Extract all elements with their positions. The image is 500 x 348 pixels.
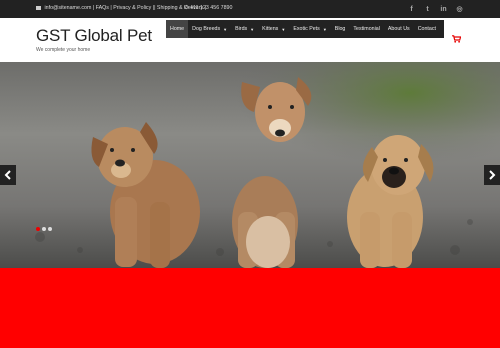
instagram-icon[interactable]: ◎ xyxy=(456,4,463,14)
site-tagline: We complete your home xyxy=(36,47,91,53)
slider-prev-button[interactable] xyxy=(0,165,16,185)
phone-number[interactable]: +11 123 456 7890 xyxy=(190,5,232,11)
nav-testimonial-label: Testimonial xyxy=(353,26,380,32)
slider-dot-2[interactable] xyxy=(42,227,46,231)
nav-about-us-label: About Us xyxy=(387,26,410,32)
hero-slider xyxy=(0,62,500,268)
caret-down-icon: ▼ xyxy=(250,26,255,32)
main-nav: Home Dog Breeds ▼ Birds ▼ Kittens ▼ Exotic … xyxy=(166,20,444,38)
phone-icon: ✆ xyxy=(184,5,189,11)
cart-icon[interactable] xyxy=(452,35,461,43)
nav-kittens[interactable]: Kittens ▼ xyxy=(258,20,289,38)
nav-home-label: Home xyxy=(170,26,185,32)
chevron-left-icon xyxy=(4,170,11,180)
caret-down-icon: ▼ xyxy=(281,26,286,32)
nav-blog[interactable]: Blog xyxy=(331,20,350,38)
nav-dog-breeds-label: Dog Breeds xyxy=(192,26,221,32)
caret-down-icon: ▼ xyxy=(223,26,228,32)
top-contact-text[interactable]: info@sitename.com | FAQs | Privacy & Pol… xyxy=(44,5,206,11)
slider-dots xyxy=(36,227,52,231)
caret-down-icon: ▼ xyxy=(322,26,327,32)
nav-contact[interactable]: Contact xyxy=(414,20,440,38)
nav-home[interactable]: Home xyxy=(166,20,189,38)
twitter-icon[interactable]: t xyxy=(424,4,431,14)
nav-blog-label: Blog xyxy=(334,26,346,32)
slider-dot-1[interactable] xyxy=(36,227,40,231)
nav-kittens-label: Kittens xyxy=(262,26,279,32)
facebook-icon[interactable]: f xyxy=(408,4,415,14)
site-brand[interactable]: GST Global Pet xyxy=(36,26,152,46)
nav-testimonial[interactable]: Testimonial xyxy=(349,20,384,38)
top-bar: info@sitename.com | FAQs | Privacy & Pol… xyxy=(0,0,500,18)
nav-exotic-pets-label: Exotic Pets xyxy=(293,26,320,32)
social-links: f t in ◎ xyxy=(408,4,463,14)
red-section xyxy=(0,268,500,348)
linkedin-icon[interactable]: in xyxy=(440,4,447,14)
top-contact: info@sitename.com | FAQs | Privacy & Pol… xyxy=(36,5,206,11)
nav-about-us[interactable]: About Us xyxy=(384,20,414,38)
nav-birds-label: Birds xyxy=(235,26,248,32)
nav-contact-label: Contact xyxy=(417,26,436,32)
nav-exotic-pets[interactable]: Exotic Pets ▼ xyxy=(289,20,330,38)
chevron-right-icon xyxy=(489,170,496,180)
top-phone: ✆ +11 123 456 7890 xyxy=(184,5,232,11)
slider-next-button[interactable] xyxy=(484,165,500,185)
email-icon xyxy=(36,6,41,10)
nav-dog-breeds[interactable]: Dog Breeds ▼ xyxy=(188,20,231,38)
nav-birds[interactable]: Birds ▼ xyxy=(231,20,258,38)
hero-slide-image xyxy=(0,62,500,268)
slider-dot-3[interactable] xyxy=(48,227,52,231)
